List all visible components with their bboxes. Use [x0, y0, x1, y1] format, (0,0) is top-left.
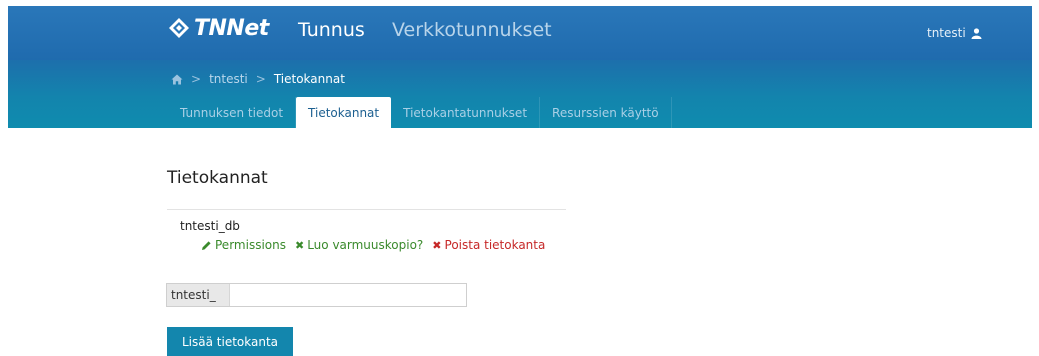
breadcrumb: > tntesti > Tietokannat [171, 72, 345, 86]
breadcrumb-separator: > [191, 72, 202, 86]
breadcrumb-separator: > [255, 72, 266, 86]
add-database-button[interactable]: Lisää tietokanta [167, 327, 293, 356]
delete-icon: ✖ [432, 238, 442, 252]
backup-link[interactable]: ✖ Luo varmuuskopio? [295, 238, 423, 252]
tab-databases[interactable]: Tietokannat [296, 97, 392, 128]
pencil-icon [202, 240, 211, 250]
username: tntesti [927, 26, 966, 40]
breadcrumb-item-current: Tietokannat [273, 72, 345, 86]
new-database-input-group: tntesti_ [166, 283, 467, 307]
tab-resource-usage[interactable]: Resurssien käyttö [540, 97, 672, 128]
permissions-link[interactable]: Permissions [201, 238, 286, 252]
delete-database-link[interactable]: ✖ Poista tietokanta [432, 238, 545, 252]
page-title: Tietokannat [167, 168, 268, 188]
tab-database-users[interactable]: Tietokantatunnukset [391, 97, 541, 128]
tnnet-logo[interactable]: TNNet [168, 14, 269, 42]
database-name-input[interactable] [230, 284, 466, 306]
tab-account-info[interactable]: Tunnuksen tiedot [168, 97, 297, 128]
app-subtitle[interactable]: Verkkotunnukset [392, 19, 552, 41]
database-actions: Permissions ✖ Luo varmuuskopio? ✖ Poista… [201, 238, 545, 252]
user-icon [971, 27, 982, 39]
breadcrumb-item-account[interactable]: tntesti [209, 72, 248, 86]
user-menu[interactable]: tntesti [927, 26, 982, 40]
home-icon[interactable] [171, 74, 183, 85]
database-name: tntesti_db [180, 219, 240, 233]
backup-label: Luo varmuuskopio? [307, 238, 424, 252]
permissions-label: Permissions [215, 238, 286, 252]
app-title[interactable]: Tunnus [298, 19, 365, 41]
delete-label: Poista tietokanta [444, 238, 546, 252]
database-prefix: tntesti_ [167, 284, 230, 306]
diamond-logo-icon [169, 18, 189, 38]
logo-text: TNNet [194, 15, 269, 41]
check-icon: ✖ [294, 238, 305, 252]
tab-bar: Tunnuksen tiedot Tietokannat Tietokantat… [168, 97, 672, 128]
divider [167, 209, 566, 210]
